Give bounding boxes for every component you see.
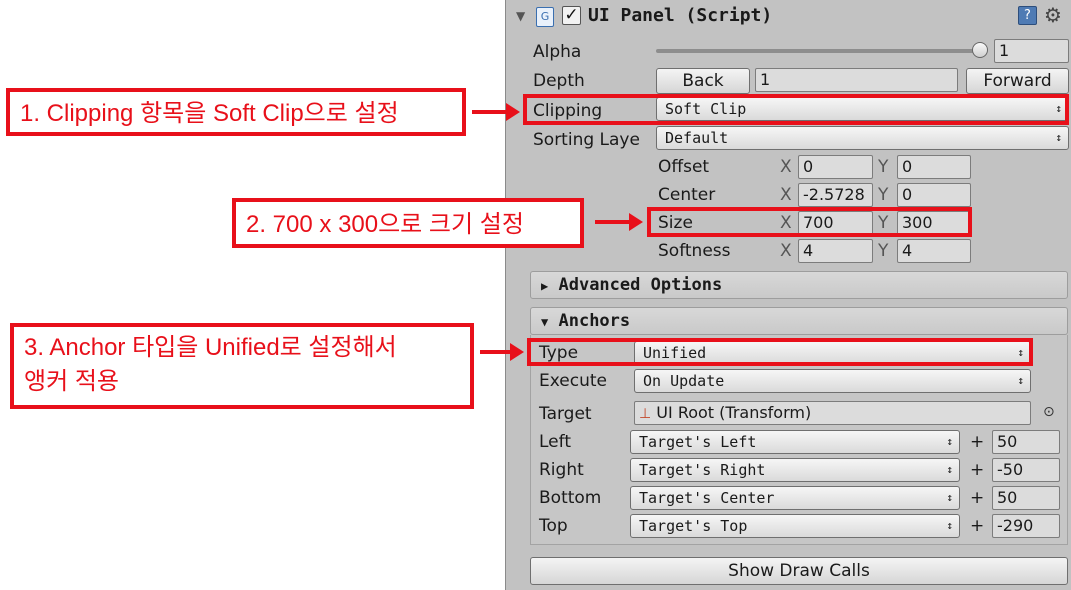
anchor-left-plus: +	[970, 432, 985, 452]
triangle-right-icon: ▶	[541, 279, 549, 293]
execute-value: On Update	[643, 372, 725, 390]
anchor-bottom-dropdown[interactable]: Target's Center ↕	[630, 486, 960, 510]
component-header: ▼ G ✓ UI Panel (Script) ? ⚙	[506, 0, 1071, 34]
step2-arrow-icon	[595, 213, 643, 231]
anchor-left-offset-field[interactable]: 50	[992, 430, 1060, 454]
anchor-left-value: Target's Left	[639, 433, 757, 451]
offset-y-field[interactable]: 0	[897, 155, 971, 179]
anchor-bottom-label: Bottom	[539, 488, 602, 508]
softness-label: Softness	[658, 241, 731, 261]
target-label: Target	[539, 404, 592, 424]
softness-x-field[interactable]: 4	[798, 239, 873, 263]
anchor-right-value: Target's Right	[639, 461, 766, 479]
dropdown-arrows-icon: ↕	[946, 435, 953, 448]
object-picker-icon[interactable]: ⊙	[1043, 404, 1055, 420]
alpha-label: Alpha	[533, 42, 582, 62]
anchor-left-dropdown[interactable]: Target's Left ↕	[630, 430, 960, 454]
anchor-top-label: Top	[539, 516, 568, 536]
softness-x-axis-label: X	[780, 241, 792, 261]
anchor-top-offset-field[interactable]: -290	[992, 514, 1060, 538]
anchor-bottom-offset-field[interactable]: 50	[992, 486, 1060, 510]
depth-value-field[interactable]: 1	[755, 68, 958, 92]
transform-axes-icon: ⊥	[639, 406, 652, 422]
step3-callout: 3. Anchor 타입을 Unified로 설정해서 앵커 적용	[10, 323, 474, 409]
execute-label: Execute	[539, 371, 607, 391]
size-highlight-box	[647, 207, 972, 237]
anchor-right-label: Right	[539, 460, 584, 480]
csharp-script-icon: G	[536, 7, 554, 27]
target-value: UI Root (Transform)	[656, 403, 812, 422]
center-y-axis-label: Y	[878, 185, 889, 205]
anchors-foldout[interactable]: ▼ Anchors	[530, 307, 1068, 335]
advanced-options-label: Advanced Options	[558, 275, 723, 295]
execute-dropdown[interactable]: On Update ↕	[634, 369, 1031, 393]
anchor-right-plus: +	[970, 460, 985, 480]
center-label: Center	[658, 185, 716, 205]
dropdown-arrows-icon: ↕	[1017, 374, 1024, 387]
clipping-highlight-box	[523, 94, 1069, 125]
anchor-top-plus: +	[970, 516, 985, 536]
offset-y-axis-label: Y	[878, 157, 889, 177]
forward-button[interactable]: Forward	[966, 68, 1069, 94]
sorting-layer-dropdown[interactable]: Default ↕	[656, 126, 1069, 150]
enabled-checkbox[interactable]: ✓	[562, 6, 581, 25]
offset-x-field[interactable]: 0	[798, 155, 873, 179]
center-x-axis-label: X	[780, 185, 792, 205]
show-draw-calls-button[interactable]: Show Draw Calls	[530, 557, 1068, 585]
anchor-top-value: Target's Top	[639, 517, 748, 535]
step3-arrow-icon	[480, 343, 524, 361]
anchor-right-dropdown[interactable]: Target's Right ↕	[630, 458, 960, 482]
anchors-label: Anchors	[558, 311, 631, 331]
anchor-left-label: Left	[539, 432, 571, 452]
offset-label: Offset	[658, 157, 710, 177]
anchor-top-dropdown[interactable]: Target's Top ↕	[630, 514, 960, 538]
step1-callout: 1. Clipping 항목을 Soft Clip으로 설정	[6, 88, 466, 136]
advanced-options-foldout[interactable]: ▶ Advanced Options	[530, 271, 1068, 299]
gear-icon[interactable]: ⚙	[1044, 3, 1062, 27]
dropdown-arrows-icon: ↕	[946, 491, 953, 504]
component-title: UI Panel (Script)	[588, 5, 773, 26]
sorting-layer-value: Default	[665, 129, 729, 147]
anchor-type-highlight-box	[527, 338, 1033, 366]
step3-callout-line2: 앵커 적용	[24, 368, 119, 395]
center-x-field[interactable]: -2.5728	[798, 183, 873, 207]
alpha-value-field[interactable]: 1	[994, 39, 1069, 63]
target-object-field[interactable]: ⊥ UI Root (Transform)	[634, 401, 1031, 425]
step2-callout: 2. 700 x 300으로 크기 설정	[232, 198, 584, 248]
dropdown-arrows-icon: ↕	[1055, 131, 1062, 144]
anchor-bottom-value: Target's Center	[639, 489, 775, 507]
step3-callout-line1: 3. Anchor 타입을 Unified로 설정해서	[24, 334, 397, 361]
center-y-field[interactable]: 0	[897, 183, 971, 207]
softness-y-axis-label: Y	[878, 241, 889, 261]
step1-arrow-icon	[472, 103, 520, 121]
dropdown-arrows-icon: ↕	[946, 463, 953, 476]
alpha-slider-track[interactable]	[656, 49, 984, 53]
back-button[interactable]: Back	[656, 68, 750, 94]
alpha-slider-thumb[interactable]	[972, 42, 988, 58]
dropdown-arrows-icon: ↕	[946, 519, 953, 532]
anchor-bottom-plus: +	[970, 488, 985, 508]
depth-label: Depth	[533, 71, 585, 91]
help-book-icon[interactable]: ?	[1018, 6, 1037, 25]
softness-y-field[interactable]: 4	[897, 239, 971, 263]
offset-x-axis-label: X	[780, 157, 792, 177]
triangle-down-icon: ▼	[541, 315, 549, 329]
sorting-layer-label: Sorting Laye	[533, 130, 640, 150]
foldout-triangle-icon[interactable]: ▼	[516, 9, 525, 23]
anchor-right-offset-field[interactable]: -50	[992, 458, 1060, 482]
inspector-panel: ▼ G ✓ UI Panel (Script) ? ⚙ Alpha 1 Dept…	[505, 0, 1071, 590]
